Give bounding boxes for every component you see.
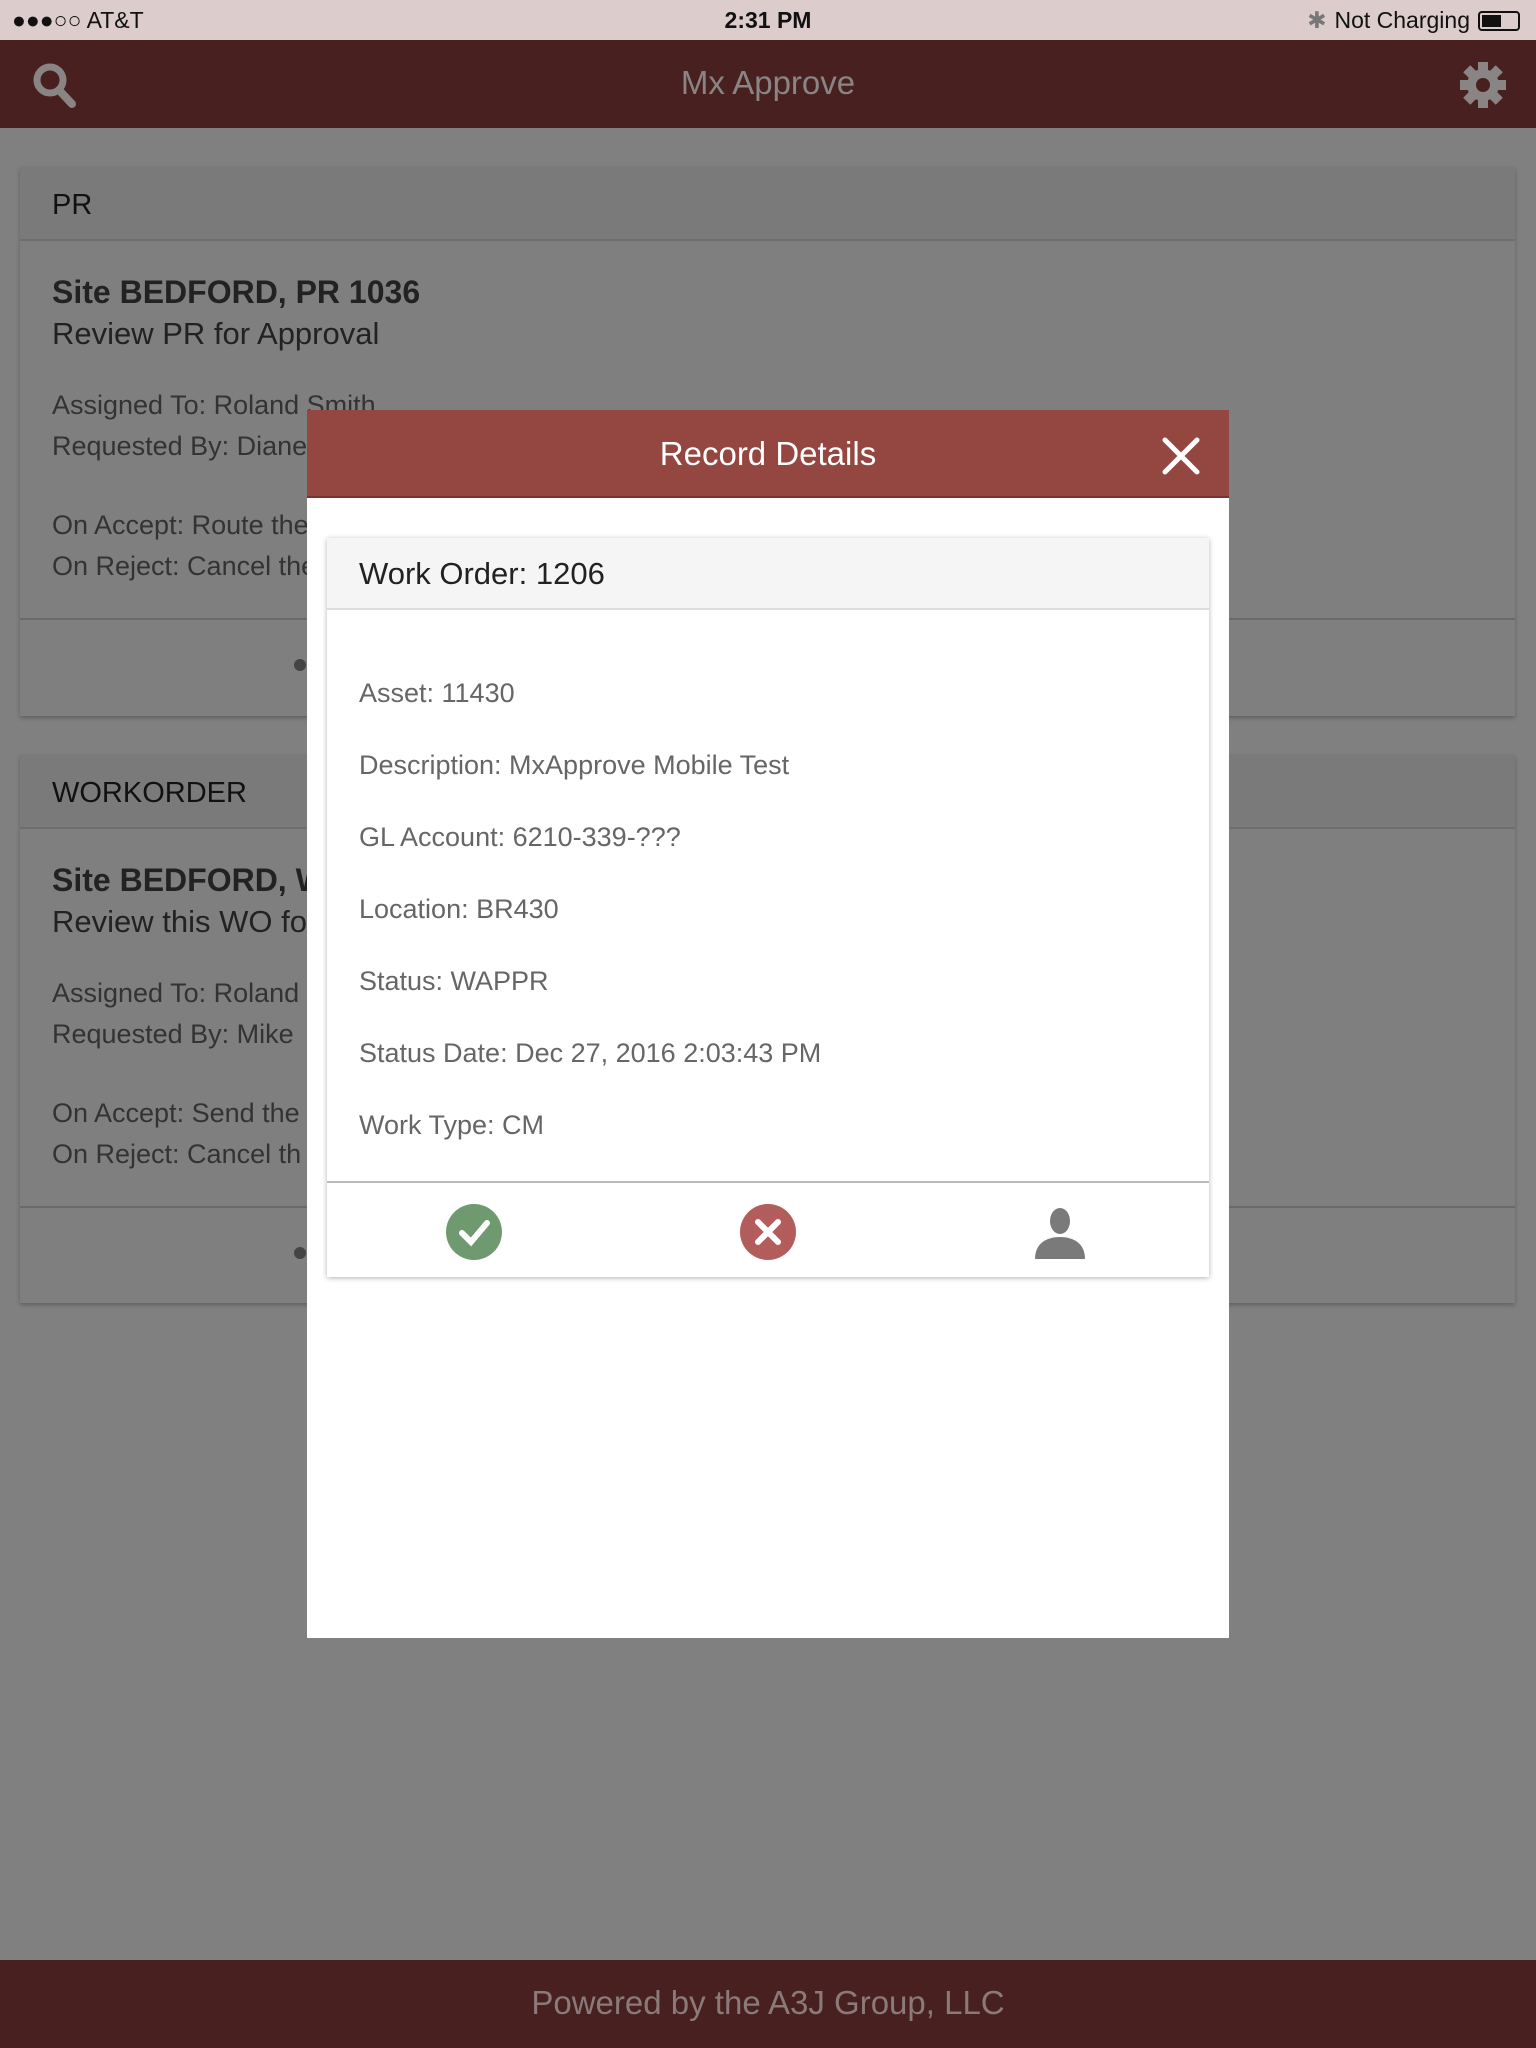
card-subtitle: Review this WO fo [52,904,307,939]
on-reject: On Reject: Cancel th [52,1139,302,1169]
record-card: Work Order: 1206 Asset: 11430 Descriptio… [327,538,1209,1277]
app-header: Mx Approve [0,40,1536,128]
field-gl-account: GL Account: 6210-339-??? [359,822,681,852]
footer: Powered by the A3J Group, LLC [0,1960,1536,2048]
divider [327,1181,1209,1183]
requested-by: Requested By: Mike [52,1019,294,1049]
field-work-type: Work Type: CM [359,1110,545,1140]
requested-by: Requested By: Diane [52,431,308,461]
gear-icon[interactable] [1458,60,1508,110]
modal-header: Record Details [307,410,1229,498]
card-subtitle: Review PR for Approval [52,316,380,351]
on-accept: On Accept: Send the [52,1098,300,1128]
card-title: Site BEDFORD, W [52,862,326,898]
field-location: Location: BR430 [359,894,559,924]
app-title: Mx Approve [680,64,856,101]
reassign-user-icon[interactable] [1031,1203,1089,1261]
approve-icon[interactable] [294,659,306,671]
status-bar: ●●●○○ AT&T 2:31 PM ✱ Not Charging [0,0,1536,40]
field-description: Description: MxApprove Mobile Test [359,750,790,780]
field-asset: Asset: 11430 [359,678,515,708]
close-icon[interactable] [1161,436,1201,476]
modal-title: Record Details [659,435,877,472]
card-type: PR [20,167,1515,241]
on-reject: On Reject: Cancel the [52,551,317,581]
charging-status: Not Charging [1334,7,1470,33]
approve-icon[interactable] [445,1203,503,1261]
assigned-to: Assigned To: Roland [52,978,300,1008]
bluetooth-icon: ✱ [1307,7,1327,33]
battery-icon [1478,10,1520,31]
on-accept: On Accept: Route the [52,510,309,540]
field-status-date: Status Date: Dec 27, 2016 2:03:43 PM [359,1038,822,1068]
record-details-modal: Record Details Work Order: 1206 Asset: 1… [307,410,1229,1638]
clock: 2:31 PM [724,7,812,33]
card-title: Site BEDFORD, PR 1036 [52,274,421,310]
record-title: Work Order: 1206 [327,538,1209,610]
reject-icon[interactable] [739,1203,797,1261]
field-status: Status: WAPPR [359,966,549,996]
approve-icon[interactable] [294,1247,306,1259]
